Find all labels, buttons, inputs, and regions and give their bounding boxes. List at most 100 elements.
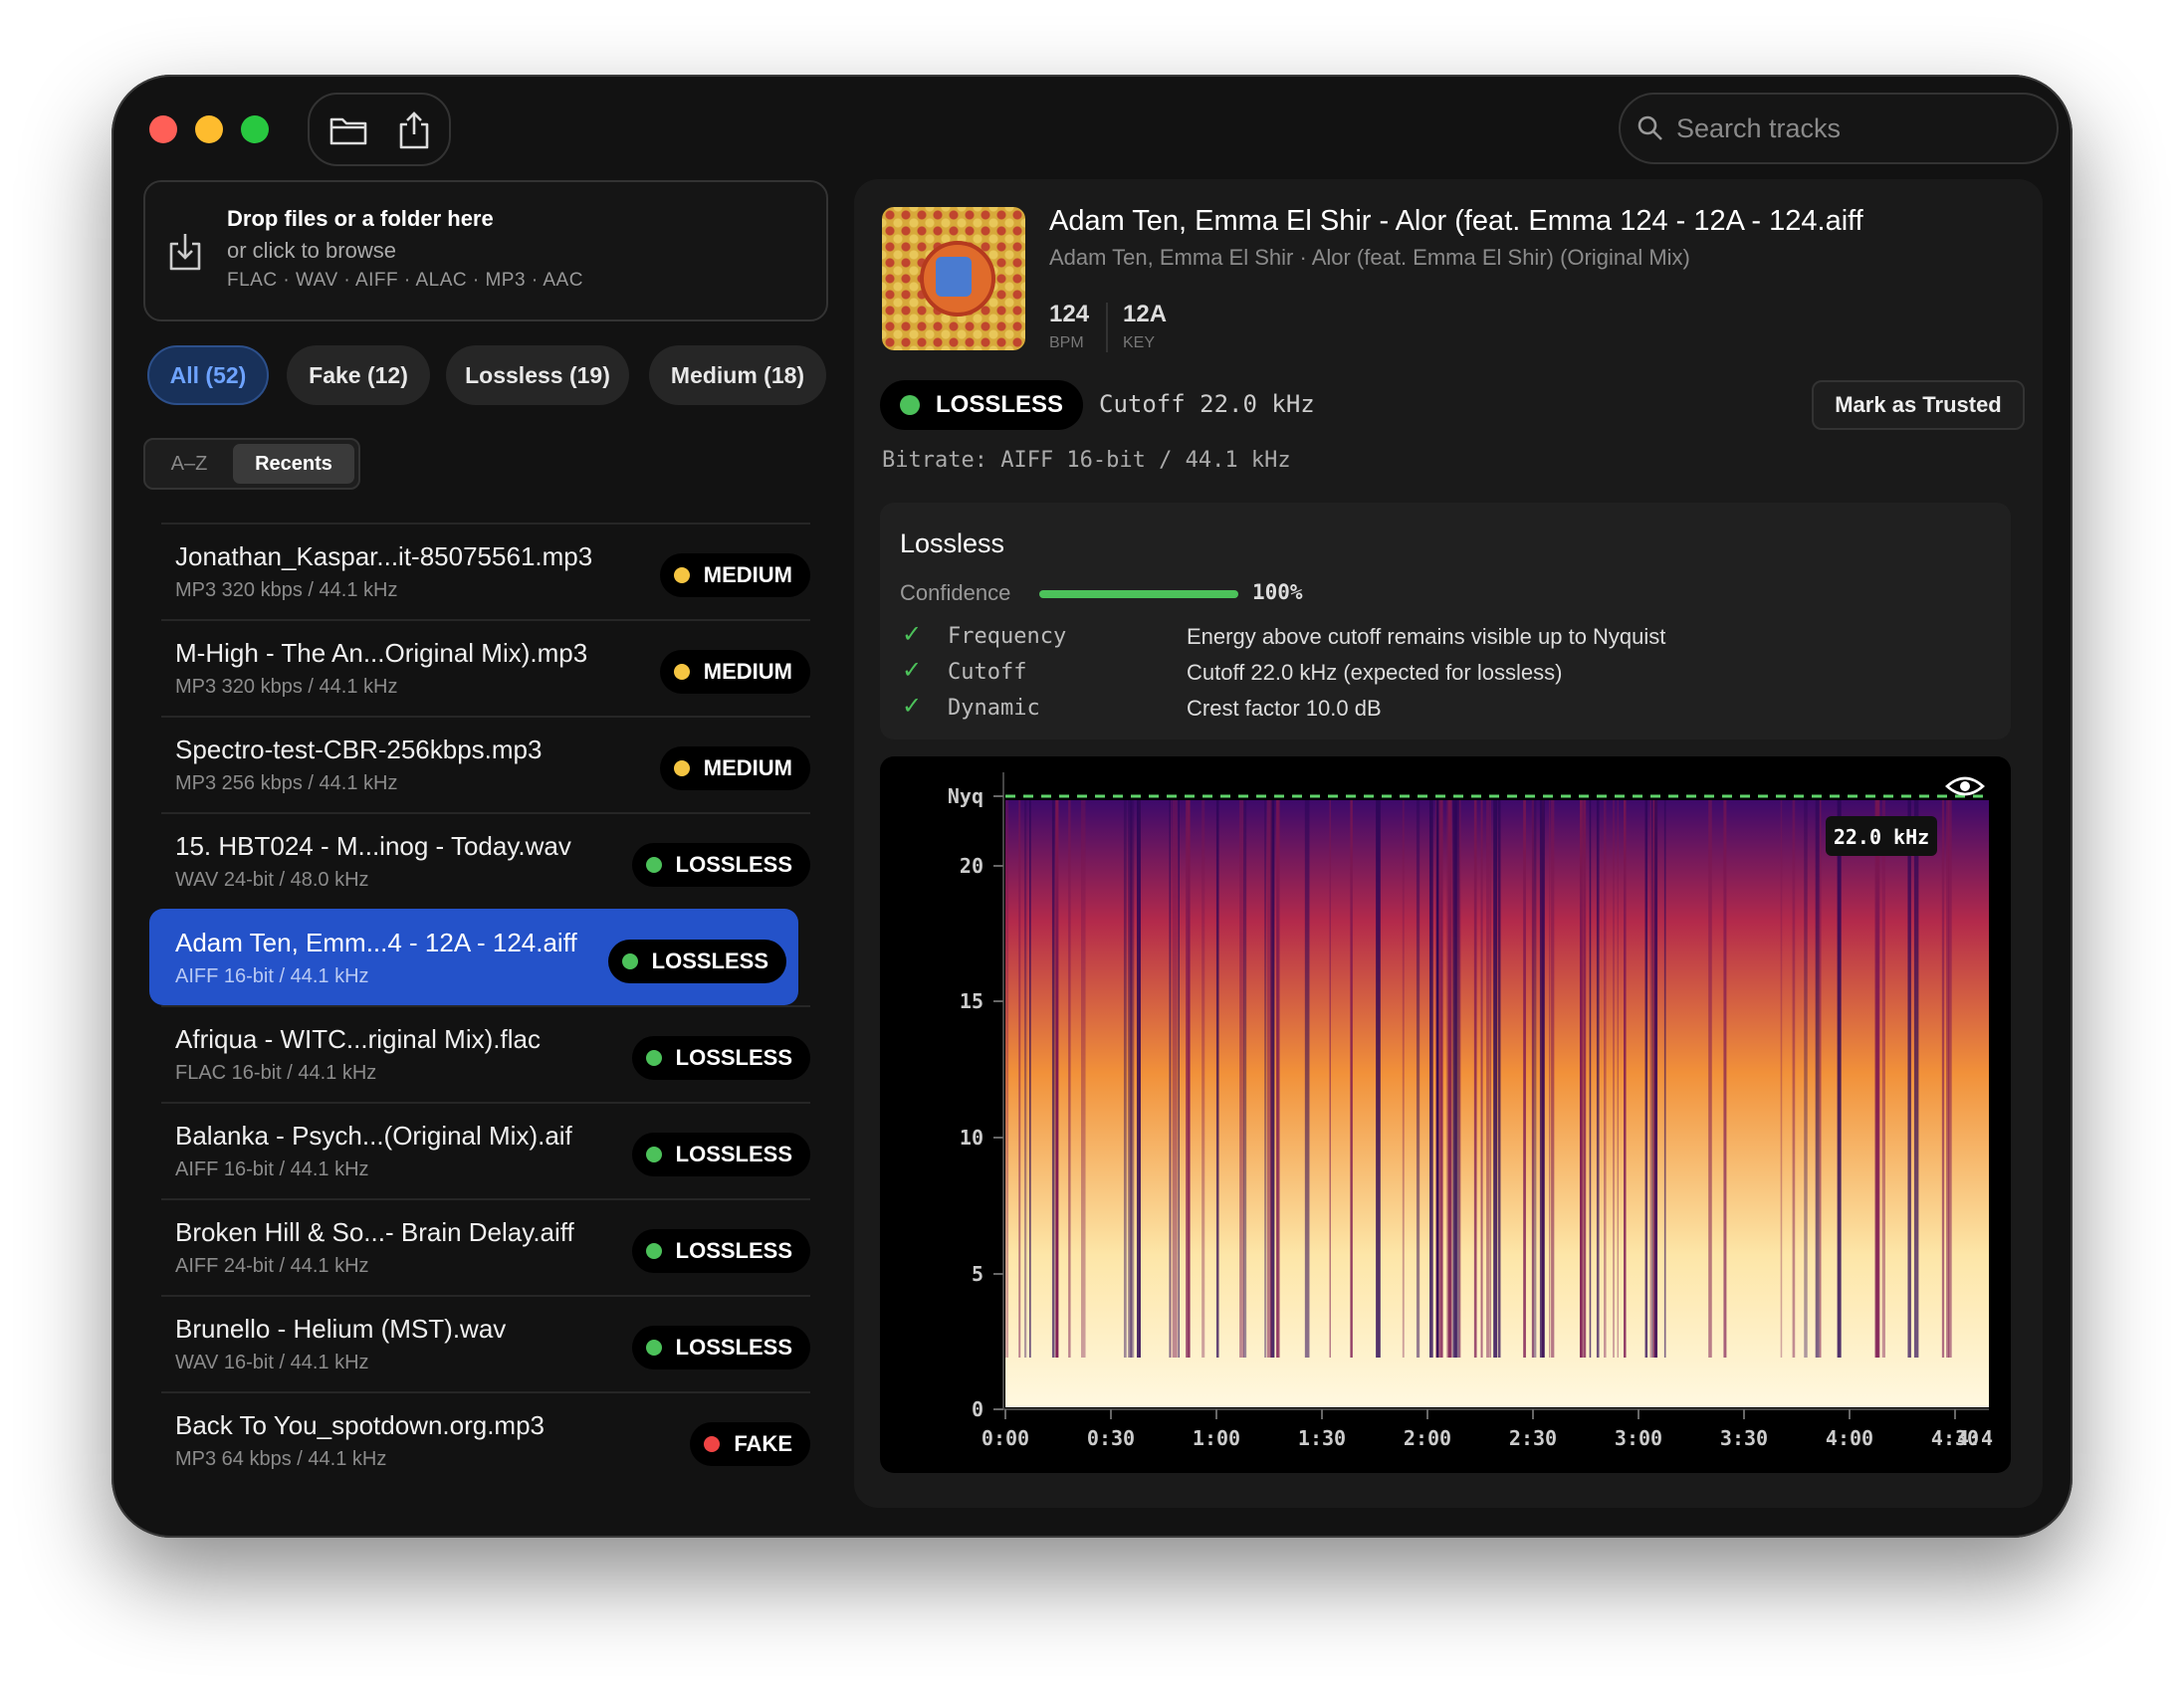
spectrogram-stripe	[1644, 800, 1648, 1358]
spectrogram-stripe	[1804, 800, 1808, 1358]
check-icon: ✓	[902, 693, 923, 720]
app-window: Search tracks Drop files or a folder her…	[111, 75, 2073, 1538]
spectrogram-stripe	[1875, 800, 1879, 1358]
spectrogram-stripe	[1376, 800, 1381, 1358]
open-folder-button[interactable]	[326, 107, 371, 153]
spectrogram-stripe	[1402, 800, 1405, 1358]
x-tick-label: 3:00	[1615, 1426, 1662, 1450]
eye-icon[interactable]	[1945, 776, 1985, 796]
track-list: Jonathan_Kaspar...it-85075561.mp3 MP3 320…	[149, 523, 810, 1488]
spectrogram-stripe	[1913, 800, 1919, 1358]
cutoff-readout: Cutoff 22.0 kHz	[1099, 390, 1315, 418]
y-tick-label: Nyq	[948, 784, 983, 808]
status-badge: LOSSLESS	[880, 380, 1083, 430]
spectrogram-stripe	[1531, 800, 1534, 1358]
filter-medium[interactable]: Medium (18)	[649, 345, 826, 405]
x-tick-label: 0:30	[1087, 1426, 1135, 1450]
track-row[interactable]: Back To You_spotdown.org.mp3 MP3 64 kbps …	[161, 1391, 810, 1488]
quality-badge: LOSSLESS	[607, 940, 786, 983]
track-row[interactable]: Spectro-test-CBR-256kbps.mp3 MP3 256 kbps…	[161, 716, 810, 812]
track-format: WAV 16-bit / 44.1 kHz	[175, 1352, 369, 1373]
quality-badge: LOSSLESS	[631, 1133, 810, 1176]
spectrogram-stripe	[1941, 800, 1945, 1358]
track-format: AIFF 24-bit / 44.1 kHz	[175, 1255, 369, 1277]
detail-pane: Adam Ten, Emma El Shir - Alor (feat. Emm…	[854, 179, 2043, 1508]
spectrogram-stripe	[1523, 800, 1526, 1358]
spectrogram-stripe	[1005, 800, 1009, 1358]
spectrogram-stripe	[1473, 800, 1477, 1358]
x-tick-label: 2:00	[1404, 1426, 1451, 1450]
check-name: Frequency	[948, 624, 1067, 649]
track-row[interactable]: Brunello - Helium (MST).wav WAV 16-bit / …	[161, 1295, 810, 1391]
import-icon	[169, 234, 201, 271]
spectrogram-heat	[1005, 800, 1989, 1407]
spectrogram-stripe	[1243, 800, 1247, 1358]
check-text: Energy above cutoff remains visible up t…	[1187, 624, 1666, 649]
spectrogram-stripe	[1589, 800, 1592, 1358]
track-row[interactable]: Adam Ten, Emm...4 - 12A - 124.aiff AIFF 1…	[149, 909, 798, 1005]
spectrogram-stripe	[1723, 800, 1727, 1358]
share-button[interactable]	[391, 107, 437, 153]
track-row[interactable]: M-High - The An...Original Mix).mp3 MP3 3…	[161, 619, 810, 716]
spectrogram-stripe	[1792, 800, 1796, 1358]
share-icon	[399, 111, 429, 149]
track-name: Broken Hill & So...- Brain Delay.aiff	[175, 1217, 574, 1247]
quality-badge: FAKE	[690, 1422, 810, 1466]
search-placeholder: Search tracks	[1676, 112, 1842, 143]
bpm-label: BPM	[1049, 334, 1084, 351]
confidence-bar-fill	[1039, 590, 1238, 598]
track-name: Adam Ten, Emm...4 - 12A - 124.aiff	[175, 928, 577, 957]
track-row[interactable]: Afriqua - WITC...riginal Mix).flac FLAC 1…	[161, 1005, 810, 1102]
spectrogram-stripe	[1029, 800, 1031, 1358]
spectrogram-stripe	[1264, 800, 1267, 1358]
confidence-label: Confidence	[900, 580, 1011, 605]
confidence-bar	[1039, 590, 1238, 598]
spectrogram-stripe	[1881, 800, 1885, 1358]
spectrogram-stripe	[1169, 800, 1171, 1358]
sort-recents[interactable]: Recents	[233, 444, 354, 484]
filter-fake[interactable]: Fake (12)	[287, 345, 430, 405]
track-row[interactable]: Broken Hill & So...- Brain Delay.aiff AIF…	[161, 1198, 810, 1295]
track-name: Balanka - Psych...(Original Mix).aif	[175, 1121, 572, 1151]
quality-label: MEDIUM	[703, 562, 792, 587]
filter-lossless[interactable]: Lossless (19)	[446, 345, 629, 405]
spectrogram-stripe	[1081, 800, 1086, 1358]
quality-dot	[645, 1050, 662, 1066]
spectrogram-stripe	[1551, 800, 1555, 1358]
track-format: FLAC 16-bit / 44.1 kHz	[175, 1062, 377, 1084]
x-tick-label: 4:00	[1826, 1426, 1873, 1450]
drop-zone[interactable]: Drop files or a folder here or click to …	[143, 180, 828, 321]
mark-trusted-button[interactable]: Mark as Trusted	[1812, 380, 2025, 430]
quality-label: LOSSLESS	[651, 948, 768, 973]
status-dot	[900, 395, 920, 415]
track-name: Spectro-test-CBR-256kbps.mp3	[175, 735, 543, 764]
spectrogram-stripe	[1650, 800, 1653, 1358]
spectrogram-stripe	[1123, 800, 1127, 1358]
check-text: Cutoff 22.0 kHz (expected for lossless)	[1187, 660, 1563, 685]
track-name: Back To You_spotdown.org.mp3	[175, 1410, 546, 1440]
track-format: MP3 256 kbps / 44.1 kHz	[175, 772, 398, 794]
sort-az[interactable]: A–Z	[149, 444, 229, 484]
quality-badge: MEDIUM	[659, 746, 810, 790]
minimize-window-button[interactable]	[195, 115, 223, 143]
spectrogram-stripe	[1708, 800, 1712, 1358]
track-row[interactable]: Jonathan_Kaspar...it-85075561.mp3 MP3 320…	[161, 523, 810, 619]
meta-divider	[1106, 303, 1108, 352]
spectrogram-stripe	[1452, 800, 1456, 1358]
spectrogram-stripe	[1068, 800, 1071, 1358]
spectrogram-stripe	[1201, 800, 1205, 1358]
spectrogram-stripe	[1178, 800, 1180, 1358]
search-input[interactable]: Search tracks	[1619, 93, 2059, 164]
quality-dot	[645, 1340, 662, 1356]
spectrogram-stripe	[1624, 800, 1627, 1358]
track-row[interactable]: 15. HBT024 - M...inog - Today.wav WAV 24-…	[161, 812, 810, 909]
filter-all[interactable]: All (52)	[147, 345, 269, 405]
spectrogram-stripe	[1948, 800, 1952, 1358]
zoom-window-button[interactable]	[241, 115, 269, 143]
check-icon: ✓	[902, 621, 923, 648]
quality-label: LOSSLESS	[675, 1238, 792, 1263]
close-window-button[interactable]	[149, 115, 177, 143]
quality-label: MEDIUM	[703, 659, 792, 684]
track-row[interactable]: Balanka - Psych...(Original Mix).aif AIFF…	[161, 1102, 810, 1198]
album-artwork	[882, 207, 1025, 350]
